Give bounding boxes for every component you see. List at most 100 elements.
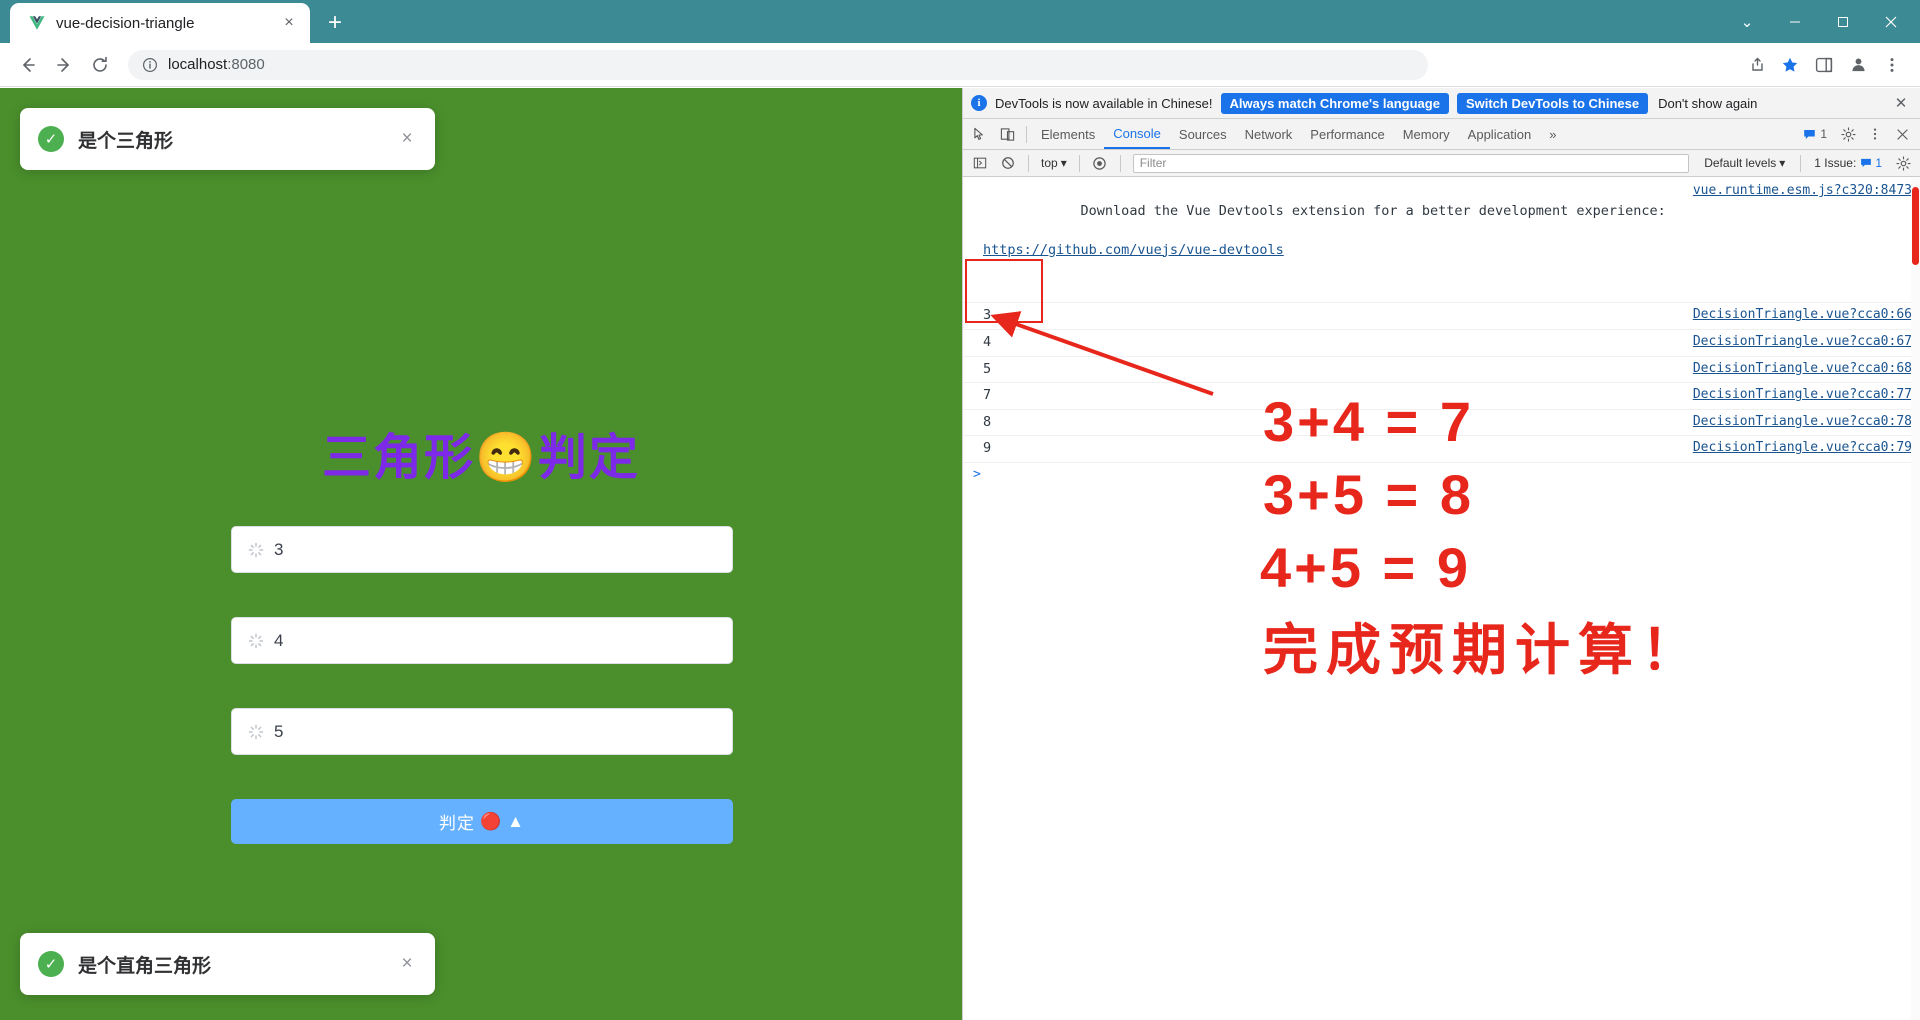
live-expression-eye-icon[interactable]	[1087, 150, 1113, 176]
window-maximize-button[interactable]	[1820, 0, 1866, 43]
success-check-icon: ✓	[38, 951, 64, 977]
console-output[interactable]: Download the Vue Devtools extension for …	[963, 177, 1920, 1020]
viewport: ✓ 是个三角形 × 三角形😁判定 3 4 5 判定 🔴 ▲ ✓ 是个直角三角形 …	[0, 88, 1920, 1020]
menu-kebab-icon[interactable]	[1876, 49, 1908, 81]
devtools-language-banner: i DevTools is now available in Chinese! …	[963, 88, 1920, 119]
console-log-source[interactable]: DecisionTriangle.vue?cca0:79	[1693, 439, 1912, 455]
browser-tab[interactable]: vue-decision-triangle ×	[10, 3, 310, 43]
url-host: localhost	[168, 56, 228, 73]
side-a-input[interactable]: 3	[231, 526, 733, 573]
tab-close-icon[interactable]: ×	[278, 12, 300, 34]
browser-window: vue-decision-triangle × + ⌄ localhost:80…	[0, 0, 1920, 1020]
console-log-message: 3	[983, 307, 992, 324]
annotation-equation-1: 3+4 = 7	[1263, 390, 1474, 453]
tab-console[interactable]: Console	[1104, 119, 1170, 149]
execution-context-label: top	[1041, 156, 1058, 170]
console-scrollbar[interactable]	[1911, 177, 1920, 1020]
gear-icon[interactable]	[1835, 121, 1861, 147]
tab-performance[interactable]: Performance	[1301, 119, 1393, 149]
console-scrollbar-thumb[interactable]	[1912, 187, 1919, 265]
tabstrip-chevron-down-icon[interactable]: ⌄	[1724, 0, 1770, 43]
console-log-source[interactable]: DecisionTriangle.vue?cca0:78	[1693, 413, 1912, 429]
execution-context-selector[interactable]: top ▾	[1036, 156, 1072, 170]
reload-button[interactable]	[84, 49, 116, 81]
prompt-chevron-icon: >	[973, 466, 981, 482]
side-b-input[interactable]: 4	[231, 617, 733, 664]
info-icon: i	[971, 95, 987, 111]
annotation-equation-3: 4+5 = 9	[1260, 536, 1471, 599]
log-text-line: Download the Vue Devtools extension for …	[1080, 202, 1666, 219]
info-circle-icon	[142, 57, 158, 72]
device-toggle-icon[interactable]	[994, 121, 1021, 148]
share-icon[interactable]	[1740, 49, 1772, 81]
profile-icon[interactable]	[1842, 49, 1874, 81]
console-log-source[interactable]: DecisionTriangle.vue?cca0:67	[1693, 333, 1912, 349]
message-count: 1	[1820, 127, 1827, 141]
console-settings-gear-icon[interactable]	[1890, 150, 1916, 176]
banner-close-icon[interactable]: ✕	[1890, 94, 1912, 112]
tabs-overflow-chevron-icon[interactable]: »	[1540, 119, 1565, 149]
browser-toolbar: localhost:8080	[0, 43, 1920, 87]
toast-close-icon[interactable]: ×	[397, 953, 417, 975]
console-sidebar-icon[interactable]	[967, 150, 993, 176]
dont-show-again-link[interactable]: Don't show again	[1658, 96, 1757, 111]
bookmark-star-icon[interactable]	[1774, 49, 1806, 81]
chevron-down-icon: ▾	[1779, 156, 1786, 170]
console-log-source[interactable]: vue.runtime.esm.js?c320:8473	[1693, 182, 1912, 198]
vue-devtools-link[interactable]: https://github.com/vuejs/vue-devtools	[983, 241, 1677, 261]
console-log-source[interactable]: DecisionTriangle.vue?cca0:77	[1693, 386, 1912, 402]
console-log-row[interactable]: 5 DecisionTriangle.vue?cca0:68	[963, 357, 1920, 384]
console-log-message: 5	[983, 360, 992, 377]
address-bar[interactable]: localhost:8080	[128, 49, 1428, 80]
switch-devtools-language-button[interactable]: Switch DevTools to Chinese	[1456, 92, 1649, 114]
log-levels-label: Default levels	[1704, 156, 1777, 170]
side-c-input[interactable]: 5	[231, 708, 733, 755]
log-levels-selector[interactable]: Default levels ▾	[1696, 156, 1793, 170]
loading-spinner-icon	[248, 633, 264, 648]
console-toolbar: top ▾ Filter Default levels ▾ 1 Issue: 1	[963, 150, 1920, 177]
annotation-equation-2: 3+5 = 8	[1263, 463, 1474, 526]
tab-sources[interactable]: Sources	[1170, 119, 1236, 149]
message-count-badge[interactable]: 1	[1796, 127, 1834, 141]
sidepanel-icon[interactable]	[1808, 49, 1840, 81]
toast-notification-triangle: ✓ 是个三角形 ×	[20, 108, 435, 170]
loading-spinner-icon	[248, 724, 264, 739]
inspect-cursor-icon[interactable]	[967, 121, 994, 148]
tab-application[interactable]: Application	[1459, 119, 1541, 149]
speech-bubble-icon	[1861, 158, 1872, 168]
tab-title: vue-decision-triangle	[56, 14, 195, 32]
issues-count-group: 1	[1860, 156, 1882, 170]
console-log-source[interactable]: DecisionTriangle.vue?cca0:68	[1693, 360, 1912, 376]
console-log-message: Download the Vue Devtools extension for …	[983, 182, 1677, 299]
console-log-row[interactable]: Download the Vue Devtools extension for …	[963, 177, 1920, 304]
window-close-button[interactable]	[1868, 0, 1914, 43]
toast-close-icon[interactable]: ×	[397, 128, 417, 150]
judge-button[interactable]: 判定 🔴 ▲	[231, 799, 733, 844]
tab-elements[interactable]: Elements	[1032, 119, 1104, 149]
issues-count: 1	[1875, 156, 1882, 170]
forward-button[interactable]	[48, 49, 80, 81]
new-tab-button[interactable]: +	[318, 6, 352, 40]
tab-network[interactable]: Network	[1236, 119, 1302, 149]
console-log-row[interactable]: 3 DecisionTriangle.vue?cca0:66	[963, 303, 1920, 330]
toolbar-divider	[1800, 154, 1802, 172]
devtools-close-icon[interactable]	[1889, 121, 1915, 147]
console-filter-input[interactable]: Filter	[1132, 153, 1690, 173]
toast-message: 是个直角三角形	[78, 955, 212, 977]
page-title: 三角形😁判定	[0, 418, 962, 489]
menu-kebab-icon[interactable]	[1862, 121, 1888, 147]
back-button[interactable]	[12, 49, 44, 81]
red-circle-emoji: 🔴	[480, 811, 503, 831]
console-log-row[interactable]: 4 DecisionTriangle.vue?cca0:67	[963, 330, 1920, 357]
triangle-emoji: ▲	[507, 811, 525, 831]
clear-console-icon[interactable]	[995, 150, 1021, 176]
issues-badge[interactable]: 1 Issue: 1	[1808, 156, 1888, 170]
loading-spinner-icon	[248, 542, 264, 557]
grinning-face-emoji: 😁	[474, 431, 538, 485]
window-minimize-button[interactable]	[1772, 0, 1818, 43]
tab-memory[interactable]: Memory	[1394, 119, 1459, 149]
always-match-language-button[interactable]: Always match Chrome's language	[1220, 92, 1449, 114]
devtools-tab-bar: Elements Console Sources Network Perform…	[963, 119, 1920, 150]
toolbar-divider	[1078, 154, 1080, 172]
console-log-source[interactable]: DecisionTriangle.vue?cca0:66	[1693, 306, 1912, 322]
